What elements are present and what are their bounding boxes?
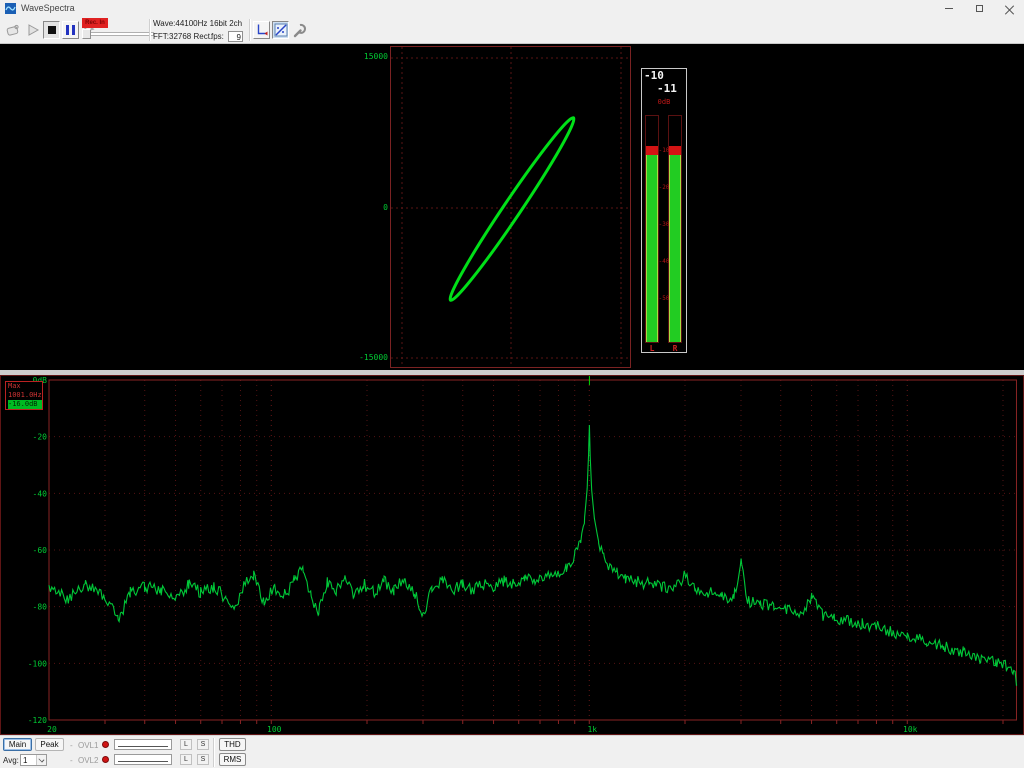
play-button[interactable] bbox=[24, 21, 41, 39]
y-tick-label: -20 bbox=[33, 433, 48, 442]
meter-unit-label: 0dB bbox=[642, 98, 686, 106]
ovl2-led bbox=[102, 756, 109, 763]
s-button-1[interactable]: S bbox=[197, 739, 209, 750]
toolbar-separator bbox=[249, 19, 250, 41]
thd-button[interactable]: THD bbox=[219, 738, 246, 751]
close-icon bbox=[1005, 4, 1014, 13]
level-input-2[interactable] bbox=[114, 754, 172, 765]
max-readout: Max 1001.0Hz -16.0dB bbox=[5, 381, 43, 410]
l-button-1[interactable]: L bbox=[180, 739, 192, 750]
max-readout-freq: 1001.0Hz bbox=[8, 391, 42, 400]
level-input-1[interactable] bbox=[114, 739, 172, 750]
position-slider[interactable] bbox=[82, 32, 154, 36]
wave-info: Wave:44100Hz 16bit 2ch bbox=[153, 19, 242, 28]
app-icon bbox=[5, 3, 16, 14]
lissajous-panel bbox=[390, 46, 631, 368]
toolbar: Rec. In Wave:44100Hz 16bit 2ch FFT:32768… bbox=[0, 16, 1024, 44]
meter-peak-right: -11 bbox=[657, 82, 677, 95]
level-input-1-line bbox=[118, 746, 168, 747]
spectrum-plot: 0dB-20-40-60-80-100-120201001k10k bbox=[1, 376, 1023, 734]
x-tick-label: 100 bbox=[267, 725, 282, 734]
y-tick-label: -120 bbox=[28, 716, 47, 725]
minimize-icon bbox=[945, 8, 953, 9]
main-button[interactable]: Main bbox=[3, 738, 32, 751]
display-mode-icon bbox=[274, 23, 288, 37]
rec-indicator: Rec. In bbox=[82, 18, 108, 28]
pause-icon bbox=[66, 25, 75, 35]
wrench-icon bbox=[292, 23, 307, 38]
ovl1-led bbox=[102, 741, 109, 748]
open-device-icon bbox=[5, 23, 20, 38]
dash-1: - bbox=[70, 741, 73, 750]
fft-info: FFT:32768 Rect. bbox=[153, 32, 212, 41]
spectrum-panel: 0dB-20-40-60-80-100-120201001k10k Max 10… bbox=[0, 375, 1024, 735]
close-button[interactable] bbox=[994, 0, 1024, 16]
dash-2: - bbox=[70, 756, 73, 765]
position-slider-thumb[interactable] bbox=[82, 29, 91, 39]
lissajous-label-max: 15000 bbox=[340, 52, 388, 61]
rms-button[interactable]: RMS bbox=[219, 753, 246, 766]
max-readout-level: -16.0dB bbox=[8, 400, 42, 409]
avg-combobox[interactable]: 1 bbox=[20, 754, 47, 766]
lissajous-label-min: -15000 bbox=[340, 353, 388, 362]
x-tick-label: 20 bbox=[47, 725, 57, 734]
x-tick-label: 10k bbox=[903, 725, 918, 734]
meter-scale-label: -20 bbox=[642, 184, 686, 191]
meter-channel-right: R bbox=[668, 344, 682, 353]
statusbar-divider bbox=[213, 738, 214, 767]
meter-scale-label: -10 bbox=[642, 147, 686, 154]
x-tick-label: 1k bbox=[587, 725, 597, 734]
y-tick-label: -60 bbox=[33, 546, 48, 555]
chevron-down-icon bbox=[38, 756, 44, 762]
stop-icon bbox=[48, 26, 56, 34]
ovl2-label: OVL2 bbox=[78, 756, 98, 765]
scope-pane: 15000 0 -15000 -10 -11 0dB -10-20-30-40-… bbox=[0, 44, 1024, 370]
avg-value: 1 bbox=[23, 756, 27, 765]
meter-scale-label: -40 bbox=[642, 258, 686, 265]
statusbar: Main Peak - OVL1 L S THD Avg: 1 - OVL2 L… bbox=[0, 735, 1024, 768]
open-device-button[interactable] bbox=[4, 21, 21, 39]
maximize-button[interactable] bbox=[964, 0, 994, 16]
window-title: WaveSpectra bbox=[21, 3, 75, 13]
lissajous-label-zero: 0 bbox=[340, 203, 388, 212]
level-meter: -10 -11 0dB -10 -20 -30 -40 -50 L R bbox=[641, 68, 687, 353]
maximize-icon bbox=[976, 5, 983, 12]
y-tick-label: -80 bbox=[33, 603, 48, 612]
meter-scale-label: -50 bbox=[642, 295, 686, 302]
y-tick-label: -40 bbox=[33, 489, 48, 498]
level-input-2-line bbox=[118, 761, 168, 762]
fps-label: fps: bbox=[211, 32, 224, 41]
max-readout-label: Max bbox=[8, 382, 42, 391]
settings-button[interactable] bbox=[291, 21, 308, 39]
peak-button[interactable]: Peak bbox=[35, 738, 64, 751]
avg-label: Avg: bbox=[3, 756, 19, 765]
axis-scale-icon bbox=[255, 23, 269, 37]
meter-scale-label: -30 bbox=[642, 221, 686, 228]
meter-peak-left: -10 bbox=[644, 69, 664, 82]
stop-button[interactable] bbox=[43, 21, 60, 39]
toolbar-separator bbox=[149, 19, 150, 41]
application-window: WaveSpectra bbox=[0, 0, 1024, 768]
axis-scale-button[interactable] bbox=[253, 21, 270, 39]
lissajous-plot bbox=[391, 47, 630, 367]
s-button-2[interactable]: S bbox=[197, 754, 209, 765]
pause-button[interactable] bbox=[62, 21, 79, 39]
ovl1-label: OVL1 bbox=[78, 741, 98, 750]
meter-channel-left: L bbox=[645, 344, 659, 353]
l-button-2[interactable]: L bbox=[180, 754, 192, 765]
play-icon bbox=[26, 23, 40, 37]
fps-value[interactable]: 9 bbox=[228, 31, 243, 42]
y-tick-label: -100 bbox=[28, 659, 47, 668]
window-titlebar: WaveSpectra bbox=[0, 0, 1024, 16]
minimize-button[interactable] bbox=[934, 0, 964, 16]
combo-arrow[interactable] bbox=[36, 755, 46, 765]
display-mode-button[interactable] bbox=[272, 21, 289, 39]
